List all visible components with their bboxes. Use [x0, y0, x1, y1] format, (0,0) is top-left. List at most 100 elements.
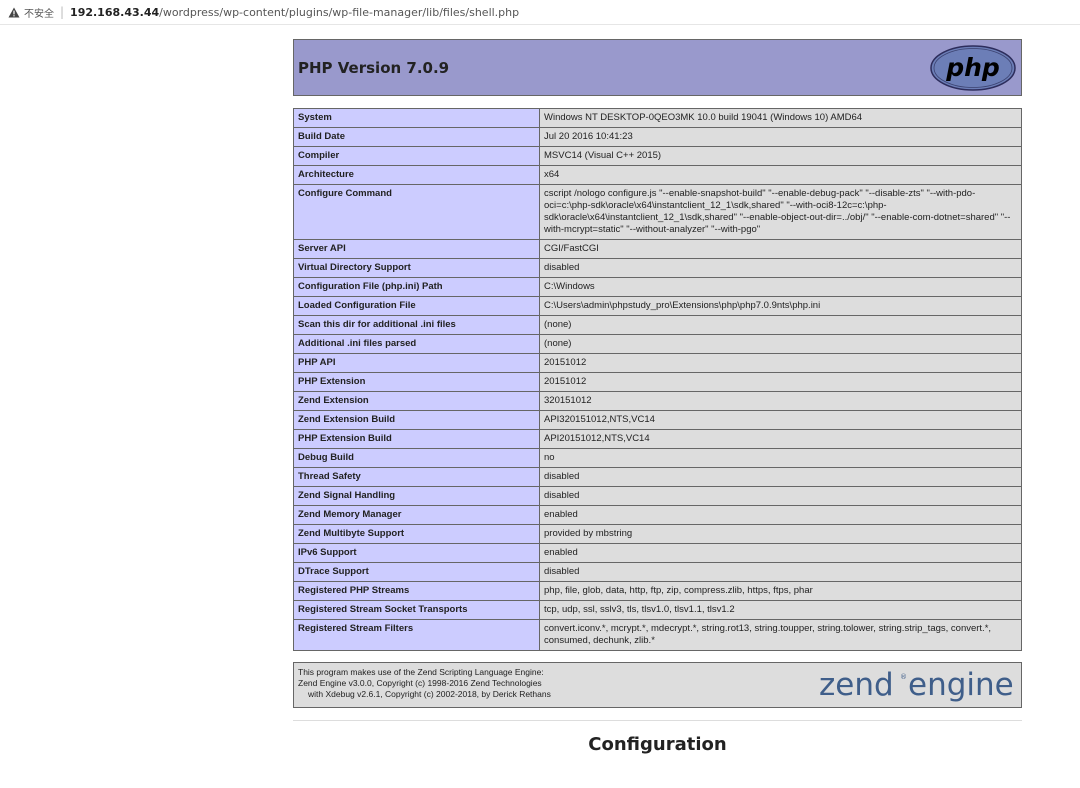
table-row: Build Date Jul 20 2016 10:41:23: [293, 127, 1022, 147]
row-value: API320151012,NTS,VC14: [539, 410, 1022, 430]
row-key: Zend Extension: [293, 391, 540, 411]
row-key: Zend Multibyte Support: [293, 524, 540, 544]
row-value: x64: [539, 165, 1022, 185]
row-key: Architecture: [293, 165, 540, 185]
separator: |: [60, 5, 65, 19]
url-path[interactable]: /wordpress/wp-content/plugins/wp-file-ma…: [159, 6, 519, 19]
row-key: Compiler: [293, 146, 540, 166]
row-key: PHP Extension Build: [293, 429, 540, 449]
zend-line-3: with Xdebug v2.6.1, Copyright (c) 2002-2…: [308, 689, 551, 699]
table-row: Registered Stream Filters convert.iconv.*…: [293, 619, 1022, 651]
table-row: PHP Extension 20151012: [293, 372, 1022, 392]
row-key: Thread Safety: [293, 467, 540, 487]
svg-text:®: ®: [900, 673, 907, 681]
svg-text:engine: engine: [908, 667, 1014, 703]
table-row: Configure Command cscript /nologo configu…: [293, 184, 1022, 240]
row-key: Configure Command: [293, 184, 540, 240]
row-value: C:\Users\admin\phpstudy_pro\Extensions\p…: [539, 296, 1022, 316]
row-key: Configuration File (php.ini) Path: [293, 277, 540, 297]
php-logo: php: [930, 44, 1016, 91]
row-key: PHP API: [293, 353, 540, 373]
row-key: PHP Extension: [293, 372, 540, 392]
table-row: DTrace Support disabled: [293, 562, 1022, 582]
row-key: IPv6 Support: [293, 543, 540, 563]
row-key: Zend Signal Handling: [293, 486, 540, 506]
row-value: CGI/FastCGI: [539, 239, 1022, 259]
row-value: enabled: [539, 505, 1022, 525]
row-value: 20151012: [539, 372, 1022, 392]
row-value: API20151012,NTS,VC14: [539, 429, 1022, 449]
row-key: Debug Build: [293, 448, 540, 468]
row-value: Windows NT DESKTOP-0QEO3MK 10.0 build 19…: [539, 108, 1022, 128]
table-row: Configuration File (php.ini) Path C:\Wind…: [293, 277, 1022, 297]
row-value: (none): [539, 334, 1022, 354]
row-value: provided by mbstring: [539, 524, 1022, 544]
divider: [293, 720, 1022, 721]
table-row: Zend Extension Build API320151012,NTS,VC1…: [293, 410, 1022, 430]
zend-credits-text: This program makes use of the Zend Scrip…: [298, 667, 551, 700]
row-key: Server API: [293, 239, 540, 259]
row-key: System: [293, 108, 540, 128]
zend-line-1: This program makes use of the Zend Scrip…: [298, 667, 544, 677]
row-value: 20151012: [539, 353, 1022, 373]
table-row: Architecture x64: [293, 165, 1022, 185]
table-row: Registered Stream Socket Transports tcp, …: [293, 600, 1022, 620]
zend-credits-box: This program makes use of the Zend Scrip…: [293, 662, 1022, 708]
row-key: Zend Extension Build: [293, 410, 540, 430]
row-key: Scan this dir for additional .ini files: [293, 315, 540, 335]
zend-engine-logo[interactable]: zend ® engine: [818, 663, 1018, 707]
row-key: Loaded Configuration File: [293, 296, 540, 316]
php-version-header: PHP Version 7.0.9 php: [293, 39, 1022, 96]
table-row: Zend Signal Handling disabled: [293, 486, 1022, 506]
row-value: disabled: [539, 258, 1022, 278]
row-value: Jul 20 2016 10:41:23: [539, 127, 1022, 147]
row-value: C:\Windows: [539, 277, 1022, 297]
row-value: php, file, glob, data, http, ftp, zip, c…: [539, 581, 1022, 601]
configuration-heading: Configuration: [588, 734, 727, 755]
table-row: Scan this dir for additional .ini files(…: [293, 315, 1022, 335]
row-value: disabled: [539, 486, 1022, 506]
row-value: MSVC14 (Visual C++ 2015): [539, 146, 1022, 166]
table-row: Zend Memory Manager enabled: [293, 505, 1022, 525]
url-host[interactable]: 192.168.43.44: [70, 6, 159, 19]
row-value: disabled: [539, 467, 1022, 487]
table-row: System Windows NT DESKTOP-0QEO3MK 10.0 bu…: [293, 108, 1022, 128]
table-row: Debug Build no: [293, 448, 1022, 468]
row-key: Registered Stream Filters: [293, 619, 540, 651]
row-value: tcp, udp, ssl, sslv3, tls, tlsv1.0, tlsv…: [539, 600, 1022, 620]
svg-text:zend: zend: [819, 667, 894, 703]
svg-text:php: php: [945, 53, 1000, 82]
row-value: no: [539, 448, 1022, 468]
row-value: enabled: [539, 543, 1022, 563]
table-row: Registered PHP Streams php, file, glob, d…: [293, 581, 1022, 601]
table-row: Zend Multibyte Support provided by mbstri…: [293, 524, 1022, 544]
row-value: cscript /nologo configure.js "--enable-s…: [539, 184, 1022, 240]
row-value: (none): [539, 315, 1022, 335]
table-row: PHP Extension Build API20151012,NTS,VC14: [293, 429, 1022, 449]
address-bar[interactable]: 不安全 | 192.168.43.44/wordpress/wp-content…: [0, 0, 1080, 25]
phpinfo-page: PHP Version 7.0.9 php System Windows NT D…: [293, 39, 1022, 755]
row-key: Zend Memory Manager: [293, 505, 540, 525]
page-title: PHP Version 7.0.9: [298, 58, 450, 77]
row-key: Virtual Directory Support: [293, 258, 540, 278]
table-row: Thread Safety disabled: [293, 467, 1022, 487]
row-key: Build Date: [293, 127, 540, 147]
info-table: System Windows NT DESKTOP-0QEO3MK 10.0 bu…: [293, 108, 1022, 651]
row-key: DTrace Support: [293, 562, 540, 582]
zend-line-2: Zend Engine v3.0.0, Copyright (c) 1998-2…: [298, 678, 542, 688]
table-row: Additional .ini files parsed (none): [293, 334, 1022, 354]
table-row: Compiler MSVC14 (Visual C++ 2015): [293, 146, 1022, 166]
row-value: 320151012: [539, 391, 1022, 411]
row-key: Additional .ini files parsed: [293, 334, 540, 354]
insecure-label[interactable]: 不安全: [24, 5, 54, 20]
table-row: Server API CGI/FastCGI: [293, 239, 1022, 259]
row-value: disabled: [539, 562, 1022, 582]
row-key: Registered PHP Streams: [293, 581, 540, 601]
table-row: PHP API 20151012: [293, 353, 1022, 373]
table-row: Virtual Directory Support disabled: [293, 258, 1022, 278]
table-row: Loaded Configuration File C:\Users\admin\…: [293, 296, 1022, 316]
row-value: convert.iconv.*, mcrypt.*, mdecrypt.*, s…: [539, 619, 1022, 651]
row-key: Registered Stream Socket Transports: [293, 600, 540, 620]
warning-icon[interactable]: [8, 6, 20, 18]
table-row: Zend Extension 320151012: [293, 391, 1022, 411]
